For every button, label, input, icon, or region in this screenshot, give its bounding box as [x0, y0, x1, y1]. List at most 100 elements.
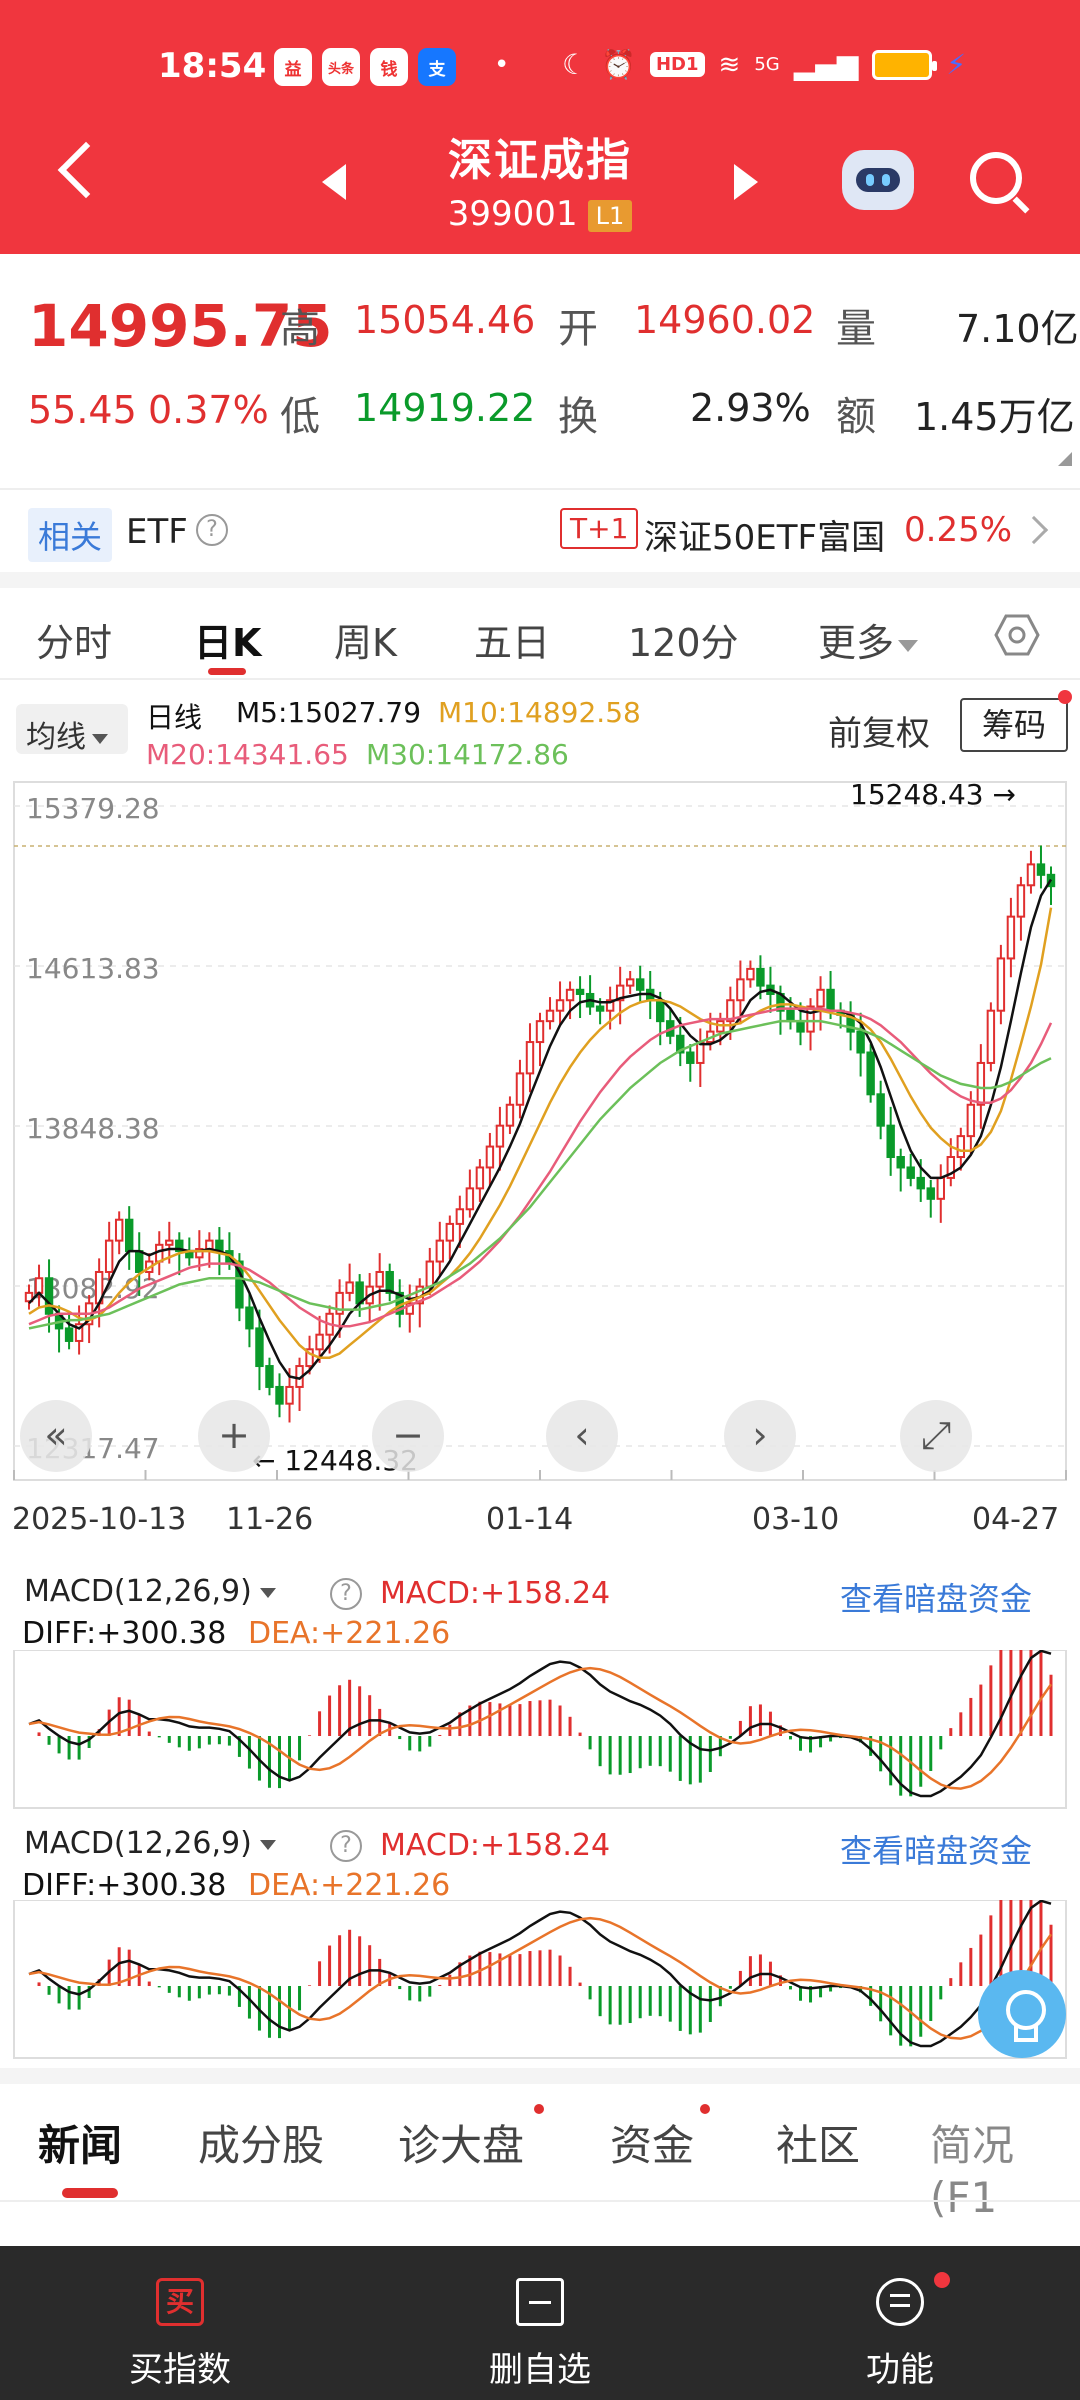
battery-icon [872, 49, 938, 80]
candle-body [896, 1156, 905, 1169]
candle-body [515, 1072, 525, 1106]
macd-value: MACD:+158.24 [380, 1828, 611, 1863]
page-title: 深证成指 [448, 135, 632, 186]
candle-body [756, 967, 765, 987]
scroll-right-icon[interactable]: › [724, 1400, 796, 1472]
etf-change: 0.25% [904, 510, 1013, 550]
candle-body [525, 1041, 535, 1075]
candle-body [505, 1103, 515, 1127]
alarm-icon: ⏰ [601, 48, 636, 81]
chevron-right-icon [1019, 515, 1049, 545]
zoom-out-all-icon[interactable]: « [20, 1400, 92, 1472]
help-icon[interactable]: ? [330, 1830, 362, 1862]
candle-body [535, 1020, 545, 1044]
tab-community[interactable]: 社区 [776, 2112, 860, 2173]
ma5-line [28, 878, 1053, 1380]
header-bar: 18:54 益 头条 钱 支 • ☾ ⏰ HD1 ≋ 5G ▂▄▆ ⚡ 深证成指… [0, 0, 1080, 254]
chips-button[interactable]: 筹码 [960, 698, 1068, 752]
candle-body [635, 978, 645, 991]
macd-selector[interactable]: MACD(12,26,9) [24, 1574, 276, 1609]
candle-body [796, 1020, 805, 1033]
ma10-line [28, 907, 1053, 1359]
candle-body [816, 988, 825, 1008]
tab-news[interactable]: 新闻 [38, 2112, 122, 2173]
macd-selector[interactable]: MACD(12,26,9) [24, 1826, 276, 1861]
candle-body [986, 1009, 996, 1064]
candle-body [686, 1051, 695, 1064]
tab-funds[interactable]: 资金 [610, 2112, 694, 2173]
candle-body [996, 957, 1006, 1012]
high-label: 高 [280, 306, 320, 352]
candle-body [565, 988, 575, 1002]
tab-intraday[interactable]: 分时 [36, 612, 112, 667]
dark-pool-link[interactable]: 查看暗盘资金 [840, 1574, 1032, 1620]
active-tab-indicator [62, 2188, 118, 2198]
candle-body [1016, 884, 1026, 918]
help-icon[interactable]: ? [330, 1578, 362, 1610]
ma30-line [28, 1019, 1052, 1330]
kline-chart[interactable]: 15379.2814613.8313848.3813082.9212317.47… [0, 776, 1080, 1502]
settings-icon[interactable] [994, 612, 1040, 658]
macd-name: MACD(12,26,9) [24, 1826, 252, 1861]
lightbulb-icon[interactable] [978, 1970, 1066, 2058]
expand-corner-icon[interactable] [1058, 452, 1072, 466]
dark-pool-link[interactable]: 查看暗盘资金 [840, 1826, 1032, 1872]
zoom-in-icon[interactable]: + [198, 1400, 270, 1472]
dot-icon: • [494, 50, 510, 80]
date-label: 11-26 [226, 1502, 314, 1537]
candle-body [265, 1365, 274, 1388]
buy-icon: 买 [156, 2278, 204, 2326]
status-time: 18:54 [158, 46, 267, 86]
candle-body [255, 1327, 264, 1368]
remove-watchlist-button[interactable]: 删自选 [360, 2246, 720, 2400]
candle-body [545, 1009, 555, 1023]
macd-name: MACD(12,26,9) [24, 1574, 252, 1609]
status-bar: 18:54 益 头条 钱 支 • ☾ ⏰ HD1 ≋ 5G ▂▄▆ ⚡ [0, 40, 1080, 100]
related-etf-row[interactable]: 相关 ETF ? T+1 深证50ETF富国 0.25% [0, 488, 1080, 570]
candle-body [976, 1061, 986, 1106]
divider [0, 2068, 1080, 2084]
buy-index-button[interactable]: 买 买指数 [0, 2246, 360, 2400]
app-badge-icon: 钱 [370, 48, 408, 86]
help-icon[interactable]: ? [196, 514, 228, 546]
candle-body [826, 988, 835, 1012]
search-icon[interactable] [970, 152, 1022, 204]
candle-body [114, 1218, 124, 1242]
candle-body [275, 1385, 284, 1405]
adjust-mode[interactable]: 前复权 [828, 706, 930, 755]
tab-120min[interactable]: 120分 [628, 612, 739, 667]
candle-body [375, 1270, 384, 1288]
robot-assistant-icon[interactable] [842, 150, 914, 210]
related-tag: 相关 [28, 508, 113, 562]
tab-overview[interactable]: 简况(F1 [930, 2112, 1080, 2222]
tab-more[interactable]: 更多 [818, 612, 919, 667]
tab-five-day[interactable]: 五日 [474, 612, 550, 667]
etf-label: ETF [126, 512, 188, 552]
change-value: 55.45 [28, 388, 137, 432]
scroll-left-icon[interactable]: ‹ [546, 1400, 618, 1472]
diff-value: DIFF:+300.38 [22, 1868, 227, 1903]
tab-daily-k[interactable]: 日K [194, 612, 261, 667]
minus-bar [529, 2301, 551, 2304]
zoom-minus-icon[interactable]: − [372, 1400, 444, 1472]
tab-constituents[interactable]: 成分股 [198, 2112, 324, 2173]
tab-weekly-k[interactable]: 周K [334, 612, 397, 667]
period-label: 日线 [146, 701, 203, 734]
next-index-icon[interactable] [734, 164, 758, 200]
candle-body [595, 1005, 605, 1012]
open-value: 14960.02 [634, 298, 816, 342]
max-price-label: 15248.43 → [850, 778, 1016, 811]
candle-body [135, 1250, 144, 1273]
candle-body [656, 999, 665, 1023]
y-tick-label: 14613.83 [26, 952, 160, 985]
ma5-value: M5:15027.79 [236, 696, 422, 729]
candle-body [124, 1218, 134, 1253]
date-label: 2025-10-13 [12, 1502, 187, 1537]
candle-body [495, 1124, 505, 1148]
functions-button[interactable]: 功能 [720, 2246, 1080, 2400]
fullscreen-icon[interactable]: ⤢ [900, 1400, 972, 1472]
tab-diagnosis[interactable]: 诊大盘 [398, 2112, 524, 2173]
ma-selector[interactable]: 均线 [16, 704, 128, 755]
ma-selector-label: 均线 [26, 720, 86, 755]
chart-frame [13, 781, 1067, 1481]
